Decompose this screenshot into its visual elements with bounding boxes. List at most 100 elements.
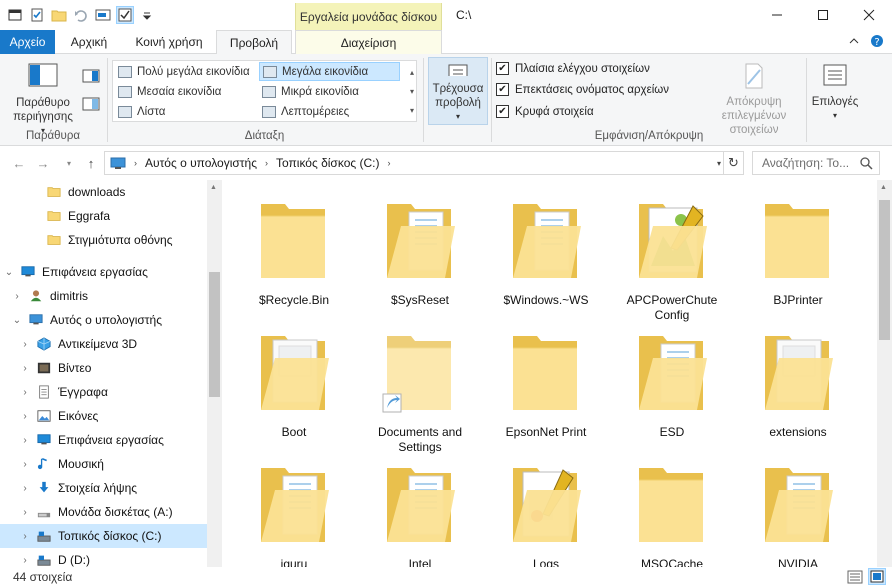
nav-item[interactable]: ⌄ Επιφάνεια εργασίας xyxy=(0,260,207,284)
checkbox-icon[interactable] xyxy=(116,6,134,24)
nav-item[interactable]: › D (D:) xyxy=(0,548,207,567)
3d-objects-icon xyxy=(37,337,51,351)
navigation-pane-button[interactable]: Παράθυρο περιήγησης ▾ xyxy=(6,62,80,138)
search-input[interactable]: Αναζήτηση: Το... xyxy=(752,151,880,175)
refresh-icon[interactable]: ↻ xyxy=(723,152,743,174)
help-icon[interactable]: ? xyxy=(870,34,884,48)
folder-item[interactable]: BJPrinter xyxy=(738,196,858,308)
address-bar[interactable]: › Αυτός ο υπολογιστής › Τοπικός δίσκος (… xyxy=(104,151,744,175)
tab-view[interactable]: Προβολή xyxy=(216,30,292,55)
folder-item[interactable]: Intel xyxy=(360,460,480,567)
nav-item[interactable]: › Έγγραφα xyxy=(0,380,207,404)
options-button[interactable]: Επιλογές ▾ xyxy=(810,62,860,123)
chevron-right-icon[interactable]: › xyxy=(18,339,32,350)
tab-manage[interactable]: Διαχείριση xyxy=(295,30,442,54)
nav-item[interactable]: › Τοπικός δίσκος (C:) xyxy=(0,524,207,548)
address-row: ← → ▾ ↑ › Αυτός ο υπολογιστής › Τοπικός … xyxy=(0,147,892,179)
chevron-down-icon[interactable]: ⌄ xyxy=(10,315,24,326)
address-dropdown-icon[interactable]: ▾ xyxy=(717,159,721,168)
folder-item[interactable]: MSOCache xyxy=(612,460,732,567)
folder-item[interactable]: APCPowerChute Config xyxy=(612,196,732,323)
details-view-button[interactable] xyxy=(846,568,864,585)
scroll-thumb[interactable] xyxy=(209,272,220,397)
chevron-right-icon[interactable]: › xyxy=(18,459,32,470)
folder-item[interactable]: Logs xyxy=(486,460,606,567)
undo-icon[interactable] xyxy=(72,6,90,24)
folder-item[interactable]: $Recycle.Bin xyxy=(234,196,354,308)
layout-scroll-icon[interactable]: ▴ ▾ ▾ xyxy=(410,63,414,120)
chevron-right-icon[interactable]: › xyxy=(18,435,32,446)
properties-icon[interactable] xyxy=(6,6,24,24)
chevron-right-icon[interactable]: › xyxy=(18,363,32,374)
folder-item[interactable]: $Windows.~WS xyxy=(486,196,606,308)
nav-item[interactable]: Eggrafa xyxy=(0,204,207,228)
nav-item[interactable]: Στιγμιότυπα οθόνης xyxy=(0,228,207,252)
crumb-separator-icon: › xyxy=(264,158,268,168)
file-extensions-toggle[interactable]: ✔ Επεκτάσεις ονόματος αρχείων xyxy=(496,83,669,96)
navigation-scrollbar[interactable]: ▲ xyxy=(207,180,222,567)
forward-button[interactable]: → xyxy=(34,154,52,172)
folder-item[interactable]: ESD xyxy=(612,328,732,440)
folder-item[interactable]: extensions xyxy=(738,328,858,440)
back-button[interactable]: ← xyxy=(10,154,28,172)
chevron-right-icon[interactable]: › xyxy=(18,411,32,422)
preview-pane-icon[interactable] xyxy=(82,68,100,87)
pictures-icon xyxy=(37,410,51,422)
checkmark-doc-icon[interactable] xyxy=(28,6,46,24)
layout-extra-large-icons[interactable]: Πολύ μεγάλα εικονίδια xyxy=(115,62,257,81)
layout-large-icons[interactable]: Μεγάλα εικονίδια xyxy=(259,62,400,81)
nav-item[interactable]: › Στοιχεία λήψης xyxy=(0,476,207,500)
nav-item[interactable]: › Μουσική xyxy=(0,452,207,476)
folder-item[interactable]: Documents and Settings xyxy=(360,328,480,455)
large-icons-view-button[interactable] xyxy=(868,568,886,585)
scroll-up-icon[interactable]: ▲ xyxy=(210,184,217,191)
current-view-button[interactable]: Τρέχουσα προβολή ▾ xyxy=(428,57,488,125)
chevron-right-icon[interactable]: › xyxy=(18,507,32,518)
breadcrumb-local-disk[interactable]: Τοπικός δίσκος (C:) xyxy=(276,156,380,170)
nav-item[interactable]: › Εικόνες xyxy=(0,404,207,428)
tab-file[interactable]: Αρχείο xyxy=(0,30,55,54)
minimize-button[interactable] xyxy=(754,0,800,30)
nav-item[interactable]: › dimitris xyxy=(0,284,207,308)
recent-locations-button[interactable]: ▾ xyxy=(60,154,78,172)
close-button[interactable] xyxy=(846,0,892,30)
dropdown-icon[interactable] xyxy=(138,6,156,24)
content-scrollbar[interactable]: ▲ xyxy=(877,180,892,567)
tab-home[interactable]: Αρχική xyxy=(60,30,118,54)
hide-selected-button[interactable]: Απόκρυψη επιλεγμένων στοιχείων xyxy=(702,62,806,137)
chevron-right-icon[interactable]: › xyxy=(18,387,32,398)
folder-item[interactable]: iguru xyxy=(234,460,354,567)
up-button[interactable]: ↑ xyxy=(82,154,100,172)
layout-medium-icons[interactable]: Μεσαία εικονίδια xyxy=(115,82,257,101)
layout-details[interactable]: Λεπτομέρειες xyxy=(259,102,400,121)
new-folder-icon[interactable] xyxy=(50,6,68,24)
scroll-up-icon[interactable]: ▲ xyxy=(880,184,887,191)
rename-icon[interactable] xyxy=(94,6,112,24)
forward-arrow-icon: → xyxy=(36,155,50,171)
nav-item[interactable]: › Μονάδα δισκέτας (A:) xyxy=(0,500,207,524)
nav-item[interactable]: › Βίντεο xyxy=(0,356,207,380)
folder-item[interactable]: NVIDIA xyxy=(738,460,858,567)
nav-item[interactable]: › Αντικείμενα 3D xyxy=(0,332,207,356)
details-pane-icon[interactable] xyxy=(82,96,100,115)
chevron-down-icon[interactable]: ⌄ xyxy=(2,267,16,278)
maximize-button[interactable] xyxy=(800,0,846,30)
item-checkboxes-toggle[interactable]: ✔ Πλαίσια ελέγχου στοιχείων xyxy=(496,62,650,75)
breadcrumb-this-pc[interactable]: Αυτός ο υπολογιστής xyxy=(145,156,257,170)
scroll-thumb[interactable] xyxy=(879,200,890,340)
chevron-right-icon[interactable]: › xyxy=(10,291,24,302)
folder-item[interactable]: Boot xyxy=(234,328,354,440)
hidden-items-toggle[interactable]: ✔ Κρυφά στοιχεία xyxy=(496,105,594,118)
chevron-right-icon[interactable]: › xyxy=(18,483,32,494)
layout-small-icons[interactable]: Μικρά εικονίδια xyxy=(259,82,400,101)
nav-item[interactable]: › Επιφάνεια εργασίας xyxy=(0,428,207,452)
folder-item[interactable]: $SysReset xyxy=(360,196,480,308)
layout-list[interactable]: Λίστα xyxy=(115,102,257,121)
tab-share[interactable]: Κοινή χρήση xyxy=(124,30,214,54)
nav-item[interactable]: downloads xyxy=(0,180,207,204)
chevron-right-icon[interactable]: › xyxy=(18,555,32,566)
nav-item[interactable]: ⌄ Αυτός ο υπολογιστής xyxy=(0,308,207,332)
folder-item[interactable]: EpsonNet Print xyxy=(486,328,606,440)
chevron-right-icon[interactable]: › xyxy=(18,531,32,542)
collapse-ribbon-icon[interactable] xyxy=(848,34,860,48)
